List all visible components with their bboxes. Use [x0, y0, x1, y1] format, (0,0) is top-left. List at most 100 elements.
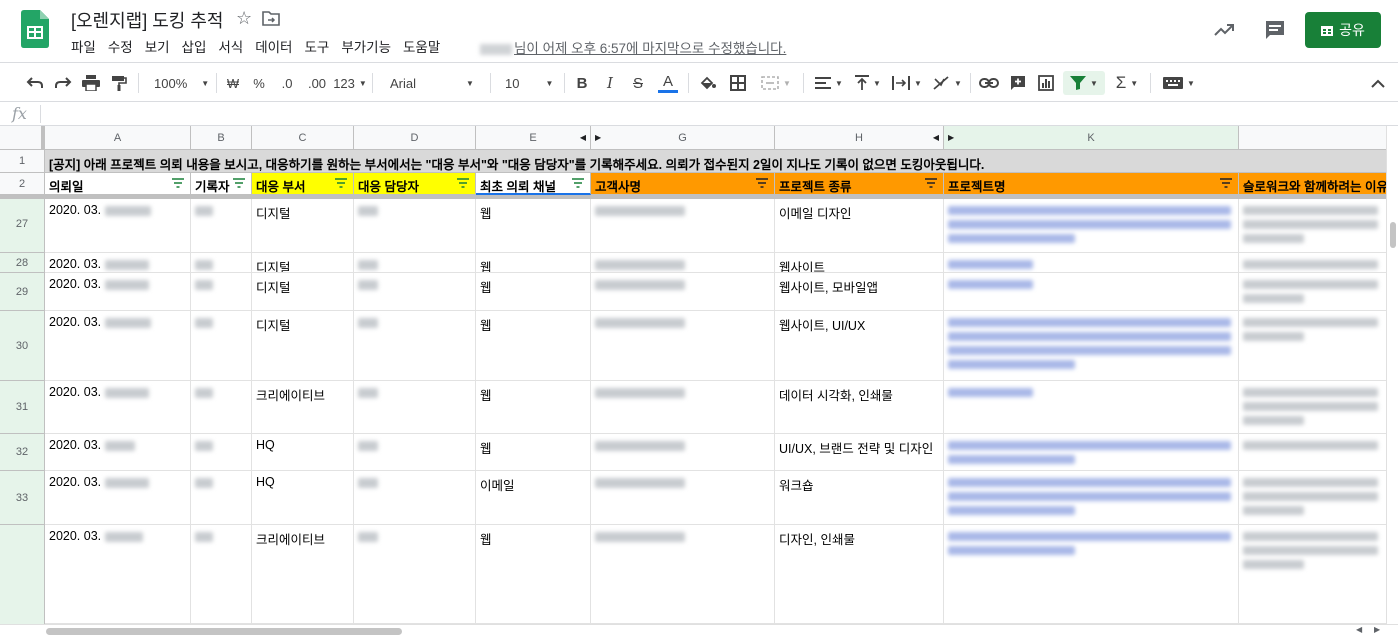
- cell-dept[interactable]: 크리에이티브: [252, 525, 354, 624]
- cell-project[interactable]: [944, 311, 1239, 381]
- filter-icon[interactable]: [172, 178, 184, 188]
- vertical-scrollbar[interactable]: [1386, 126, 1398, 624]
- hidden-columns-left-arrow-icon[interactable]: ◀: [580, 133, 586, 142]
- bold-button[interactable]: B: [572, 71, 592, 95]
- cell-project[interactable]: [944, 471, 1239, 525]
- cell-reason[interactable]: [1239, 525, 1386, 624]
- cell-project[interactable]: [944, 434, 1239, 471]
- column-header-l[interactable]: [1239, 126, 1386, 150]
- filter-icon[interactable]: [925, 178, 937, 188]
- cell-assignee[interactable]: [354, 253, 476, 273]
- comment-icon[interactable]: [1263, 18, 1287, 42]
- hidden-columns-right-arrow-icon[interactable]: ▶: [948, 133, 954, 142]
- column-header-k[interactable]: ▶ K: [944, 126, 1239, 150]
- cell-date[interactable]: 2020. 03.: [45, 434, 191, 471]
- cell-channel[interactable]: 웹: [476, 434, 591, 471]
- cell-dept[interactable]: 디지털: [252, 311, 354, 381]
- input-tools-icon[interactable]: ▼: [1160, 71, 1198, 95]
- filter-button[interactable]: ▼: [1063, 71, 1105, 95]
- header-cell-client[interactable]: 고객사명: [591, 173, 775, 195]
- percent-format-button[interactable]: %: [250, 71, 268, 95]
- cell-dept[interactable]: 크리에이티브: [252, 381, 354, 434]
- cell-date[interactable]: 2020. 03.: [45, 525, 191, 624]
- cell-date[interactable]: 2020. 03.: [45, 381, 191, 434]
- filter-icon[interactable]: [572, 178, 584, 188]
- sheets-logo-icon[interactable]: [21, 10, 49, 48]
- menu-insert[interactable]: 삽입: [176, 36, 213, 56]
- cell-client[interactable]: [591, 311, 775, 381]
- cell-type[interactable]: 디자인, 인쇄물: [775, 525, 944, 624]
- cell-dept[interactable]: 디지털: [252, 199, 354, 253]
- cell-channel[interactable]: 웹: [476, 381, 591, 434]
- cell-channel[interactable]: 웹: [476, 253, 591, 273]
- header-cell-recorder[interactable]: 기록자: [191, 173, 252, 195]
- filter-icon[interactable]: [335, 178, 347, 188]
- cell-reason[interactable]: [1239, 471, 1386, 525]
- row-header-33[interactable]: 33: [0, 471, 45, 525]
- cell-recorder[interactable]: [191, 434, 252, 471]
- star-icon[interactable]: ☆: [236, 8, 252, 29]
- collapse-toolbar-icon[interactable]: [1368, 71, 1388, 95]
- activity-trend-icon[interactable]: [1212, 18, 1236, 42]
- cell-dept[interactable]: 디지털: [252, 253, 354, 273]
- cell-project[interactable]: [944, 381, 1239, 434]
- header-cell-project-type[interactable]: 프로젝트 종류: [775, 173, 944, 195]
- cell-recorder[interactable]: [191, 199, 252, 253]
- cell-reason[interactable]: [1239, 381, 1386, 434]
- menu-help[interactable]: 도움말: [397, 36, 446, 56]
- filter-icon[interactable]: [756, 178, 768, 188]
- cell-recorder[interactable]: [191, 471, 252, 525]
- print-icon[interactable]: [80, 71, 102, 95]
- cell-channel[interactable]: 웹: [476, 199, 591, 253]
- last-edit-link[interactable]: 님이 어제 오후 6:57에 마지막으로 수정했습니다.: [480, 37, 786, 57]
- strikethrough-button[interactable]: S: [628, 71, 648, 95]
- cell-project[interactable]: [944, 273, 1239, 311]
- decrease-decimal-button[interactable]: .0: [276, 71, 298, 95]
- italic-button[interactable]: I: [600, 71, 620, 95]
- formula-bar[interactable]: fx: [0, 102, 1398, 126]
- cell-client[interactable]: [591, 525, 775, 624]
- paint-format-icon[interactable]: [108, 71, 130, 95]
- vertical-align-icon[interactable]: ▼: [852, 71, 884, 95]
- zoom-select[interactable]: 100% ▼: [154, 71, 209, 95]
- select-all-corner[interactable]: [0, 126, 45, 150]
- cell-client[interactable]: [591, 471, 775, 525]
- merge-cells-icon[interactable]: ▼: [756, 71, 796, 95]
- header-cell-department[interactable]: 대응 부서: [252, 173, 354, 195]
- menu-format[interactable]: 서식: [212, 36, 249, 56]
- cell-project[interactable]: [944, 525, 1239, 624]
- cell-assignee[interactable]: [354, 471, 476, 525]
- cell-recorder[interactable]: [191, 525, 252, 624]
- column-header-h[interactable]: H ◀: [775, 126, 944, 150]
- cell-type[interactable]: 웹사이트, 모바일앱: [775, 273, 944, 311]
- row-header-27[interactable]: 27: [0, 195, 45, 253]
- cell-assignee[interactable]: [354, 434, 476, 471]
- cell-project[interactable]: [944, 199, 1239, 253]
- cell-dept[interactable]: HQ: [252, 434, 354, 471]
- hidden-columns-right-arrow-icon[interactable]: ▶: [595, 133, 601, 142]
- header-cell-project-name[interactable]: 프로젝트명: [944, 173, 1239, 195]
- cell-channel[interactable]: 웹: [476, 311, 591, 381]
- row-header-30[interactable]: 30: [0, 311, 45, 381]
- header-cell-request-date[interactable]: 의뢰일: [45, 173, 191, 195]
- column-header-g[interactable]: ▶ G: [591, 126, 775, 150]
- cell-type[interactable]: UI/UX, 브랜드 전략 및 디자인: [775, 434, 944, 471]
- cell-type[interactable]: 이메일 디자인: [775, 199, 944, 253]
- filter-icon[interactable]: [457, 178, 469, 188]
- row-header-32[interactable]: 32: [0, 434, 45, 471]
- cell-type[interactable]: 워크숍: [775, 471, 944, 525]
- cell-type[interactable]: 웹사이트: [775, 253, 944, 273]
- cell-assignee[interactable]: [354, 525, 476, 624]
- filter-icon[interactable]: [1220, 178, 1232, 188]
- cell-channel[interactable]: 이메일: [476, 471, 591, 525]
- row-header-2[interactable]: 2: [0, 173, 45, 195]
- column-header-a[interactable]: A: [45, 126, 191, 150]
- cell-date[interactable]: 2020. 03.: [45, 253, 191, 273]
- share-button[interactable]: 공유: [1305, 12, 1381, 48]
- currency-format-button[interactable]: ₩: [224, 71, 242, 95]
- vertical-scroll-thumb[interactable]: [1390, 222, 1396, 248]
- cell-dept[interactable]: HQ: [252, 471, 354, 525]
- cell-reason[interactable]: [1239, 434, 1386, 471]
- cell-recorder[interactable]: [191, 381, 252, 434]
- functions-button[interactable]: Σ ▼: [1110, 71, 1144, 95]
